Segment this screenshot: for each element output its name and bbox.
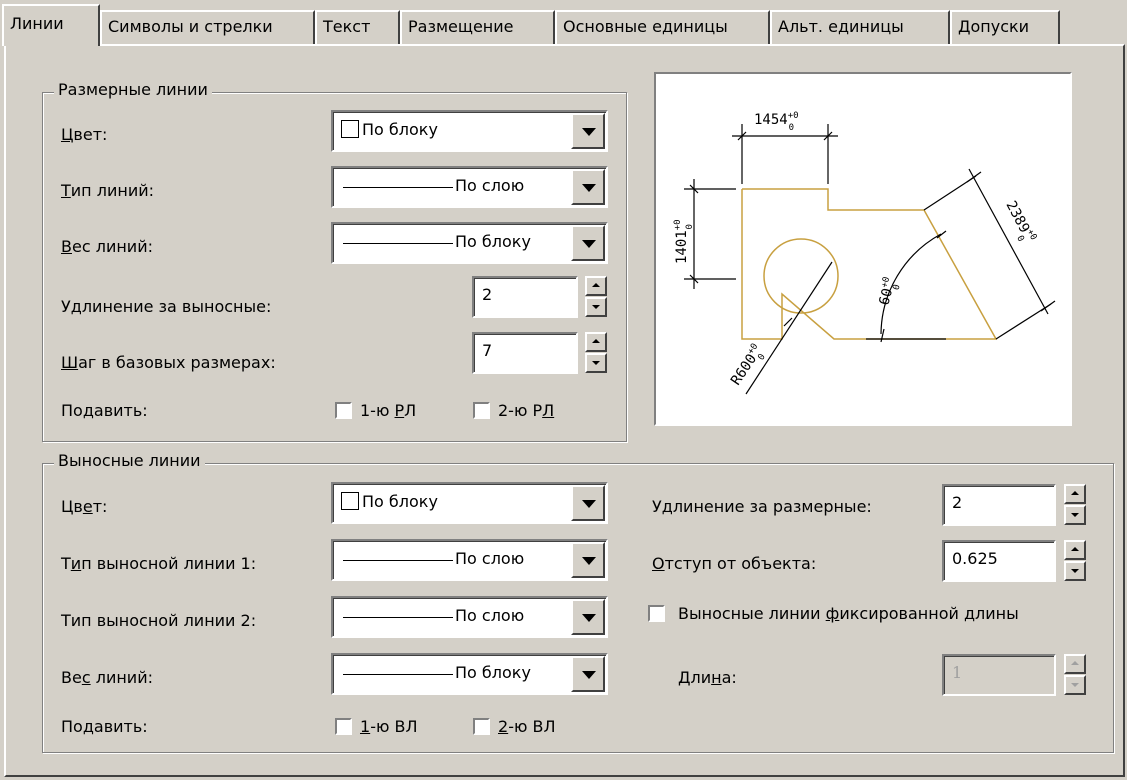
- dim-color-select[interactable]: По блоку: [331, 110, 608, 152]
- dim-angle-text: 60+00: [875, 276, 903, 308]
- baseline-spacing-input[interactable]: 7: [472, 332, 578, 374]
- ext-beyond-label: Удлинение за размерные:: [652, 497, 872, 516]
- ext-lineweight-label: Вес линий:: [61, 668, 153, 687]
- tab-symbols-arrows[interactable]: Символы и стрелки: [100, 10, 315, 44]
- spin-up-button[interactable]: [585, 332, 607, 352]
- dimension-lines-title: Размерные линии: [54, 81, 212, 99]
- length-label: Длина:: [678, 668, 737, 687]
- dim-linetype-label: Тип линий:: [61, 181, 154, 200]
- chevron-down-icon: [582, 500, 596, 508]
- spin-down-button[interactable]: [1064, 505, 1086, 525]
- preview-labels: 1454+0 0 1401+0 0 2389+00 60+00 R600+00: [673, 111, 1038, 388]
- ext-linetype2-label: Тип выносной линии 2:: [61, 611, 257, 630]
- suppress-dimline1-checkbox[interactable]: [335, 402, 352, 419]
- dim-linetype-select[interactable]: По слою: [331, 166, 608, 208]
- length-input[interactable]: 1: [942, 654, 1056, 696]
- part-hole: [763, 238, 839, 314]
- chevron-down-icon: [582, 614, 596, 622]
- spin-down-button[interactable]: [1064, 561, 1086, 581]
- dim-lineweight-select[interactable]: По блоку: [331, 222, 608, 264]
- lineweight-sample: [343, 243, 453, 244]
- ext-linetype1-dropdown-button[interactable]: [571, 542, 605, 578]
- ext-linetype1-select[interactable]: По слою: [331, 539, 608, 581]
- suppress-extline1-checkbox[interactable]: [335, 718, 352, 735]
- ext-offset-label: Отступ от объекта:: [652, 554, 817, 573]
- linetype-sample: [343, 187, 453, 188]
- suppress-extline2-label: 2-ю ВЛ: [498, 717, 556, 736]
- tab-tolerances[interactable]: Допуски: [950, 10, 1060, 44]
- ext-offset-spinner[interactable]: [1064, 540, 1086, 582]
- tab-bar: Линии Символы и стрелки Текст Размещение…: [0, 0, 1127, 46]
- dim-suppress-label: Подавить:: [61, 401, 148, 420]
- ext-linetype1-label: Тип выносной линии 1:: [61, 554, 257, 573]
- baseline-spacing-spinner[interactable]: [585, 332, 607, 374]
- ext-color-select[interactable]: По блоку: [331, 482, 608, 524]
- suppress-dimline2-checkbox[interactable]: [473, 402, 490, 419]
- dim-color-dropdown-button[interactable]: [571, 113, 605, 149]
- ext-linetype2-dropdown-button[interactable]: [571, 599, 605, 635]
- part-outline: [741, 188, 998, 340]
- fixed-length-label: Выносные линии фиксированной длины: [678, 604, 1019, 623]
- ext-color-label: Цвет:: [61, 497, 108, 516]
- spin-down-button[interactable]: [1064, 675, 1086, 695]
- tab-lines[interactable]: Линии: [2, 4, 100, 46]
- dimension-preview-drawing: 1454+0 0 1401+0 0 2389+00 60+00 R600+00: [673, 111, 1056, 395]
- linetype-sample: [343, 617, 453, 618]
- lineweight-sample: [343, 674, 453, 675]
- suppress-extline1-label: 1-ю ВЛ: [360, 717, 418, 736]
- fixed-length-checkbox[interactable]: [648, 605, 665, 622]
- dim-lineweight-dropdown-button[interactable]: [571, 225, 605, 261]
- baseline-spacing-label: Шаг в базовых размерах:: [61, 353, 276, 372]
- suppress-extline2-checkbox[interactable]: [473, 718, 490, 735]
- tab-text[interactable]: Текст: [315, 10, 400, 44]
- spin-up-button[interactable]: [1064, 654, 1086, 674]
- length-spinner[interactable]: [1064, 654, 1086, 696]
- ext-beyond-spinner[interactable]: [1064, 484, 1086, 526]
- ext-lineweight-select[interactable]: По блоку: [331, 653, 608, 695]
- dim-right-text: 2389+00: [998, 198, 1038, 248]
- dim-top-text: 1454+0 0: [754, 111, 799, 133]
- ext-suppress-label: Подавить:: [61, 717, 148, 736]
- dim-extend-label: Удлинение за выносные:: [61, 297, 272, 316]
- dim-extend-spinner[interactable]: [585, 276, 607, 318]
- color-swatch: [341, 492, 359, 510]
- chevron-down-icon: [582, 240, 596, 248]
- preview-dimensions: [684, 124, 1056, 395]
- chevron-down-icon: [582, 128, 596, 136]
- chevron-down-icon: [582, 184, 596, 192]
- tab-fit[interactable]: Размещение: [400, 10, 555, 44]
- spin-down-button[interactable]: [585, 353, 607, 373]
- preview-geometry: [741, 188, 998, 340]
- suppress-dimline1-label: 1-ю РЛ: [360, 401, 417, 420]
- dim-linetype-dropdown-button[interactable]: [571, 169, 605, 205]
- ext-linetype2-select[interactable]: По слою: [331, 596, 608, 638]
- dim-lineweight-label: Вес линий:: [61, 237, 153, 256]
- chevron-down-icon: [582, 557, 596, 565]
- linetype-sample: [343, 560, 453, 561]
- dim-left-text: 1401+0 0: [673, 219, 695, 264]
- chevron-down-icon: [582, 671, 596, 679]
- spin-up-button[interactable]: [1064, 484, 1086, 504]
- spin-up-button[interactable]: [1064, 540, 1086, 560]
- tab-alternate-units[interactable]: Альт. единицы: [770, 10, 950, 44]
- dim-extend-input[interactable]: 2: [472, 276, 578, 318]
- suppress-dimline2-label: 2-ю РЛ: [498, 401, 555, 420]
- dim-color-label: Цвет:: [61, 125, 108, 144]
- spin-down-button[interactable]: [585, 297, 607, 317]
- ext-lineweight-dropdown-button[interactable]: [571, 656, 605, 692]
- ext-color-dropdown-button[interactable]: [571, 485, 605, 521]
- ext-beyond-input[interactable]: 2: [942, 484, 1056, 526]
- extension-lines-title: Выносные линии: [54, 452, 205, 470]
- tab-primary-units[interactable]: Основные единицы: [555, 10, 770, 44]
- spin-up-button[interactable]: [585, 276, 607, 296]
- ext-offset-input[interactable]: 0.625: [942, 540, 1056, 582]
- color-swatch: [341, 120, 359, 138]
- preview-panel: 1454+0 0 1401+0 0 2389+00 60+00 R600+00: [654, 72, 1072, 426]
